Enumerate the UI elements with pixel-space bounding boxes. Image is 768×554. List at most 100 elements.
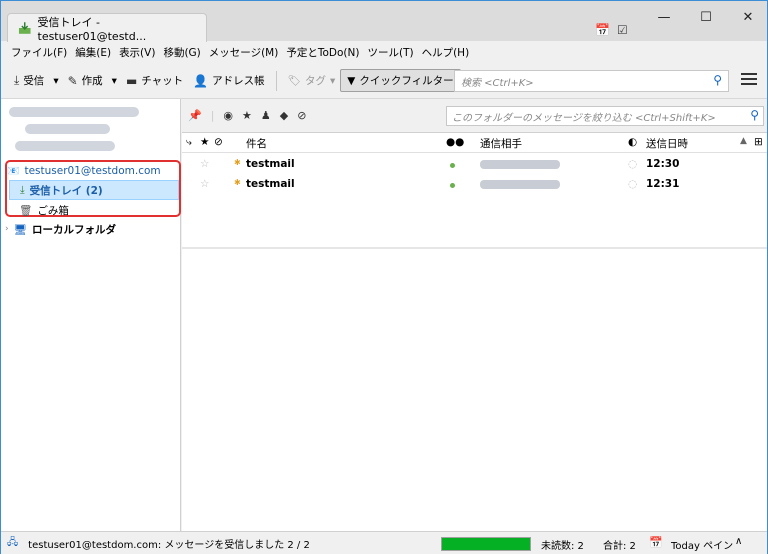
address-book-label: アドレス帳 (212, 75, 265, 87)
subject-column[interactable]: 件名 (246, 136, 267, 151)
message-subject: testmail (246, 178, 295, 190)
get-messages-dropdown[interactable]: ▾ (49, 75, 62, 87)
new-icon: ✱ (234, 158, 241, 167)
menu-tools[interactable]: ツール(T) (363, 45, 417, 60)
download-icon: ⤓ (14, 73, 20, 87)
title-bar: 受信トレイ - testuser01@testd... 📅 ☑ — ☐ ✕ (1, 1, 767, 43)
unread-dot[interactable] (450, 183, 455, 188)
star-filter-icon[interactable]: ★ (242, 109, 252, 122)
menu-message[interactable]: メッセージ(M) (205, 45, 283, 60)
star-icon[interactable]: ☆ (200, 158, 209, 170)
write-label: 作成 (81, 75, 103, 87)
tag-icon: 🏷 (287, 75, 301, 87)
search-icon: ⚲ (750, 108, 759, 122)
pin-icon[interactable]: 📌 (188, 109, 202, 122)
folder-local[interactable]: › 🖥 ローカルフォルダ (5, 219, 116, 239)
junk-status-icon[interactable]: ◌ (628, 178, 637, 190)
sort-ascending-icon: ▲ (740, 136, 747, 146)
today-pane-toggle[interactable]: Today ペイン (671, 537, 733, 552)
inbox-icon: ⤓ (20, 183, 25, 196)
search-input[interactable]: 検索 <Ctrl+K> ⚲ (454, 70, 729, 92)
unread-count: 未読数: 2 (541, 541, 584, 552)
tag-filter-icon[interactable]: ◆ (280, 109, 288, 122)
column-header: ⤷ ★ ⊘ 件名 ●● 通信相手 ◐ 送信日時 ▲ ⊞ (182, 133, 767, 153)
write-button[interactable]: ✎ 作成 (63, 70, 108, 91)
calendar-icon: 📅 (649, 536, 663, 549)
tag-label: タグ (304, 75, 326, 87)
unread-dot[interactable] (450, 163, 455, 168)
message-subject: testmail (246, 158, 295, 170)
chat-label: チャット (141, 75, 184, 87)
menu-edit[interactable]: 編集(E) (71, 45, 115, 60)
account-item[interactable]: 📧 testuser01@testdom.com (7, 161, 161, 181)
folder-trash[interactable]: 🗑 ごみ箱 (19, 200, 69, 220)
quick-filter-label: クイックフィルター (359, 75, 454, 87)
date-column[interactable]: 送信日時 (646, 136, 688, 151)
chevron-up-icon[interactable]: ∧ (735, 536, 742, 547)
pencil-icon: ✎ (67, 73, 78, 88)
menu-file[interactable]: ファイル(F) (7, 45, 71, 60)
folder-inbox[interactable]: ⤓ 受信トレイ (2) (9, 180, 179, 200)
message-time: 12:31 (646, 178, 680, 190)
close-button[interactable]: ✕ (735, 7, 761, 27)
toolbar-divider (275, 70, 277, 91)
app-menu-icon[interactable] (741, 73, 757, 87)
chat-button[interactable]: ▬ チャット (121, 70, 188, 91)
menu-help[interactable]: ヘルプ(H) (418, 45, 474, 60)
write-dropdown[interactable]: ▾ (108, 75, 121, 87)
thread-column-icon[interactable]: ⤷ (186, 136, 192, 149)
message-row[interactable]: ☆ ✱ testmail ◌ 12:30 (182, 155, 767, 175)
folder-pane: 📧 testuser01@testdom.com ⤓ 受信トレイ (2) 🗑 ご… (1, 99, 181, 531)
blurred-correspondent (480, 180, 560, 189)
junk-status-icon[interactable]: ◌ (628, 158, 637, 170)
attachment-filter-icon[interactable]: ⊘ (297, 109, 306, 122)
unread-filter-icon[interactable]: ◉ (223, 109, 233, 122)
star-column-icon[interactable]: ★ (200, 136, 209, 148)
inbox-icon (18, 22, 31, 34)
maximize-button[interactable]: ☐ (693, 7, 719, 27)
filter-placeholder: このフォルダーのメッセージを絞り込む <Ctrl+Shift+K> (452, 112, 716, 124)
total-count: 合計: 2 (603, 541, 636, 552)
expand-icon[interactable]: › (5, 224, 9, 234)
status-bar: 🖧 testuser01@testdom.com: メッセージを受信しました 2… (1, 531, 767, 554)
calendar-icon[interactable]: 📅 (595, 23, 610, 37)
tasks-icon[interactable]: ☑ (617, 23, 628, 37)
attachment-column-icon[interactable]: ⊘ (214, 136, 223, 148)
pane-splitter[interactable] (182, 247, 767, 249)
new-icon: ✱ (234, 178, 241, 187)
app-window: 受信トレイ - testuser01@testd... 📅 ☑ — ☐ ✕ ファ… (0, 0, 768, 554)
progress-fill (442, 538, 530, 550)
local-label: ローカルフォルダ (31, 223, 116, 236)
contact-filter-icon[interactable]: ♟ (261, 109, 271, 122)
address-book-button[interactable]: 👤 アドレス帳 (188, 70, 269, 91)
search-placeholder: 検索 <Ctrl+K> (461, 77, 534, 89)
read-column-icon[interactable]: ●● (446, 136, 464, 148)
get-messages-button[interactable]: ⤓ 受信 (9, 70, 49, 91)
column-picker-icon[interactable]: ⊞ (754, 136, 763, 148)
message-pane: 📌 | ◉ ★ ♟ ◆ ⊘ このフォルダーのメッセージを絞り込む <Ctrl+S… (182, 99, 767, 531)
blurred-correspondent (480, 160, 560, 169)
tab-inbox[interactable]: 受信トレイ - testuser01@testd... (7, 13, 207, 43)
tag-button[interactable]: 🏷 タグ ▾ (283, 70, 341, 91)
menu-go[interactable]: 移動(G) (159, 45, 204, 60)
tab-title: 受信トレイ - testuser01@testd... (37, 15, 147, 43)
menu-view[interactable]: 表示(V) (115, 45, 159, 60)
computer-icon: 🖥 (13, 223, 27, 236)
blurred-account (9, 107, 139, 117)
chat-icon: ▬ (125, 73, 138, 88)
status-icon: 🖧 (7, 536, 19, 548)
tag-dropdown-icon: ▾ (329, 74, 336, 87)
star-icon[interactable]: ☆ (200, 178, 209, 190)
quick-filter-bar: 📌 | ◉ ★ ♟ ◆ ⊘ このフォルダーのメッセージを絞り込む <Ctrl+S… (182, 99, 767, 133)
menu-bar: ファイル(F) 編集(E) 表示(V) 移動(G) メッセージ(M) 予定とTo… (1, 41, 767, 63)
message-row[interactable]: ☆ ✱ testmail ◌ 12:31 (182, 175, 767, 195)
junk-column-icon[interactable]: ◐ (628, 136, 637, 148)
menu-events-tasks[interactable]: 予定とToDo(N) (282, 45, 363, 60)
filter-input[interactable]: このフォルダーのメッセージを絞り込む <Ctrl+Shift+K> ⚲ (446, 106, 764, 126)
quick-filter-button[interactable]: ▼ クイックフィルター (340, 69, 461, 92)
divider: | (210, 109, 215, 122)
correspondent-column[interactable]: 通信相手 (480, 136, 522, 151)
filter-icon: ▼ (347, 74, 356, 87)
account-label: testuser01@testdom.com (24, 165, 161, 177)
minimize-button[interactable]: — (651, 7, 677, 27)
